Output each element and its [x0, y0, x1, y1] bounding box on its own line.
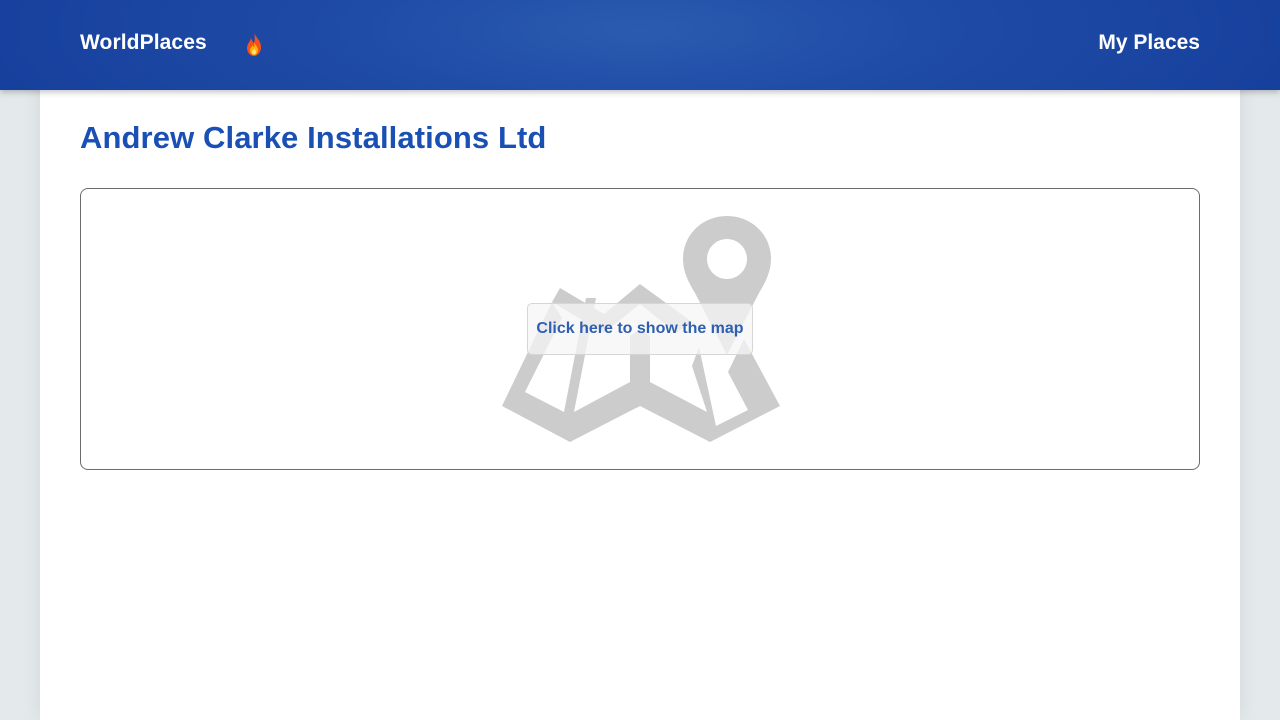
map-placeholder[interactable]: Click here to show the map [80, 188, 1200, 470]
page-title: Andrew Clarke Installations Ltd [80, 120, 547, 155]
top-navbar: WorldPlaces My Places [0, 0, 1280, 90]
brand-logo-link[interactable]: WorldPlaces [80, 31, 207, 55]
fire-icon[interactable] [242, 31, 266, 57]
my-places-link[interactable]: My Places [1098, 31, 1200, 55]
show-map-button[interactable]: Click here to show the map [527, 303, 753, 355]
